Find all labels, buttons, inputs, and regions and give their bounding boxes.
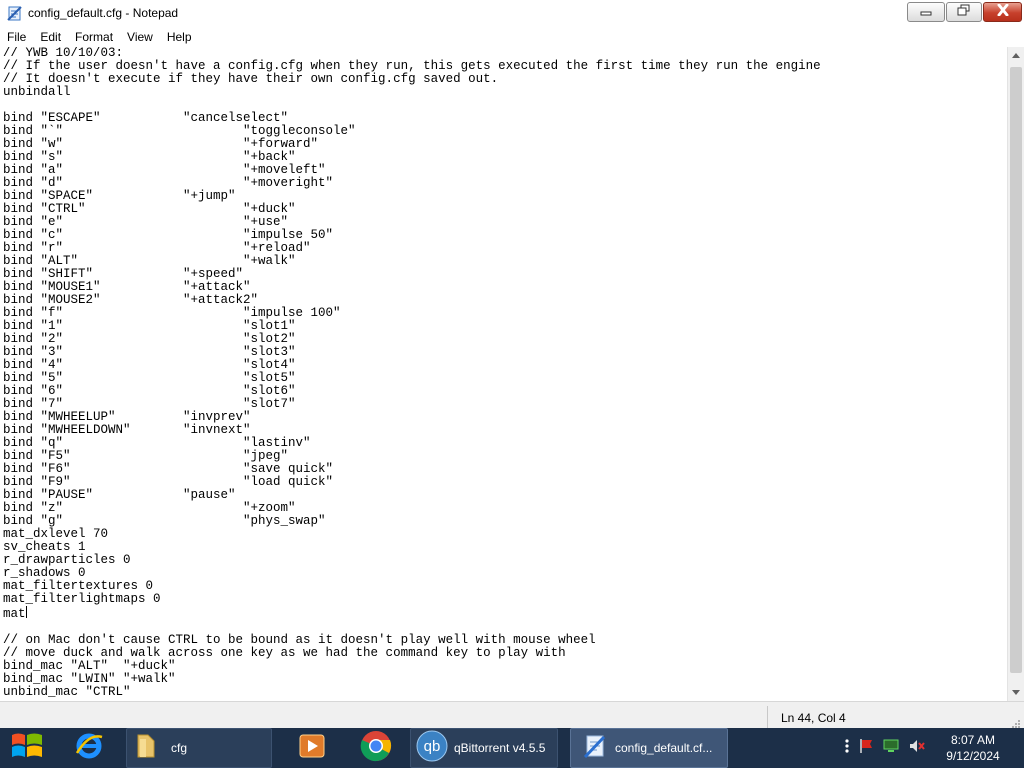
resize-grip-icon[interactable] [1011,718,1021,728]
taskbar-qbittorrent[interactable]: qb qBittorrent v4.5.5 [410,728,558,768]
folder-icon [135,733,157,764]
menu-edit[interactable]: Edit [33,27,68,47]
status-divider [767,706,768,728]
scroll-down-icon[interactable] [1008,684,1024,701]
menu-bar: File Edit Format View Help [0,27,1024,48]
taskbar-clock[interactable]: 8:07 AM 9/12/2024 [930,732,1016,764]
show-hidden-icon[interactable] [844,738,850,759]
clock-time: 8:07 AM [950,733,996,747]
text-editor[interactable]: // YWB 10/10/03: // If the user doesn't … [0,47,1007,701]
taskbar-qbittorrent-label: qBittorrent v4.5.5 [454,741,546,755]
qbittorrent-icon: qb [416,730,448,767]
windows-logo-icon [10,730,44,767]
taskbar-internet-explorer[interactable] [66,728,112,768]
minimize-icon [920,3,932,21]
cursor-position: Ln 44, Col 4 [781,711,846,725]
menu-file[interactable]: File [0,27,33,47]
taskbar-cfg-label: cfg [171,741,188,755]
volume-muted-icon[interactable] [908,738,926,759]
editor-text-before-caret: // YWB 10/10/03: // If the user doesn't … [3,47,821,621]
start-button[interactable] [0,728,54,768]
restore-icon [957,3,971,21]
window-title: config_default.cfg - Notepad [28,6,179,20]
menu-format[interactable]: Format [68,27,120,47]
svg-text:qb: qb [424,738,441,755]
vertical-scrollbar[interactable] [1007,47,1024,701]
scroll-up-icon[interactable] [1008,47,1024,64]
taskbar-notepad-label: config_default.cf... [615,741,713,755]
media-player-icon [298,732,326,765]
menu-help[interactable]: Help [160,27,199,47]
title-bar: config_default.cfg - Notepad [0,0,1024,28]
editor-text-after-caret: // on Mac don't cause CTRL to be bound a… [3,633,596,699]
menu-view[interactable]: View [120,27,160,47]
notepad-taskbar-icon [581,732,609,765]
close-button[interactable] [983,2,1022,22]
clock-date: 9/12/2024 [946,749,1000,763]
status-bar: Ln 44, Col 4 [0,701,1024,731]
scroll-thumb[interactable] [1010,67,1022,673]
system-tray [840,728,930,768]
text-caret [25,606,27,618]
taskbar-media-player[interactable] [286,728,338,768]
internet-explorer-icon [74,731,104,766]
notepad-icon [6,4,24,22]
minimize-button[interactable] [907,2,945,22]
taskbar: cfg qb qBittorrent v4.5.5 config_default… [0,728,1024,768]
editor-text[interactable]: // YWB 10/10/03: // If the user doesn't … [0,47,1007,699]
taskbar-notepad[interactable]: config_default.cf... [570,728,728,768]
taskbar-chrome[interactable] [350,728,402,768]
taskbar-cfg-folder[interactable]: cfg [126,728,272,768]
network-icon[interactable] [882,738,900,759]
close-icon [996,3,1010,21]
flag-icon[interactable] [858,738,874,759]
restore-button[interactable] [946,2,982,22]
chrome-icon [360,730,392,767]
